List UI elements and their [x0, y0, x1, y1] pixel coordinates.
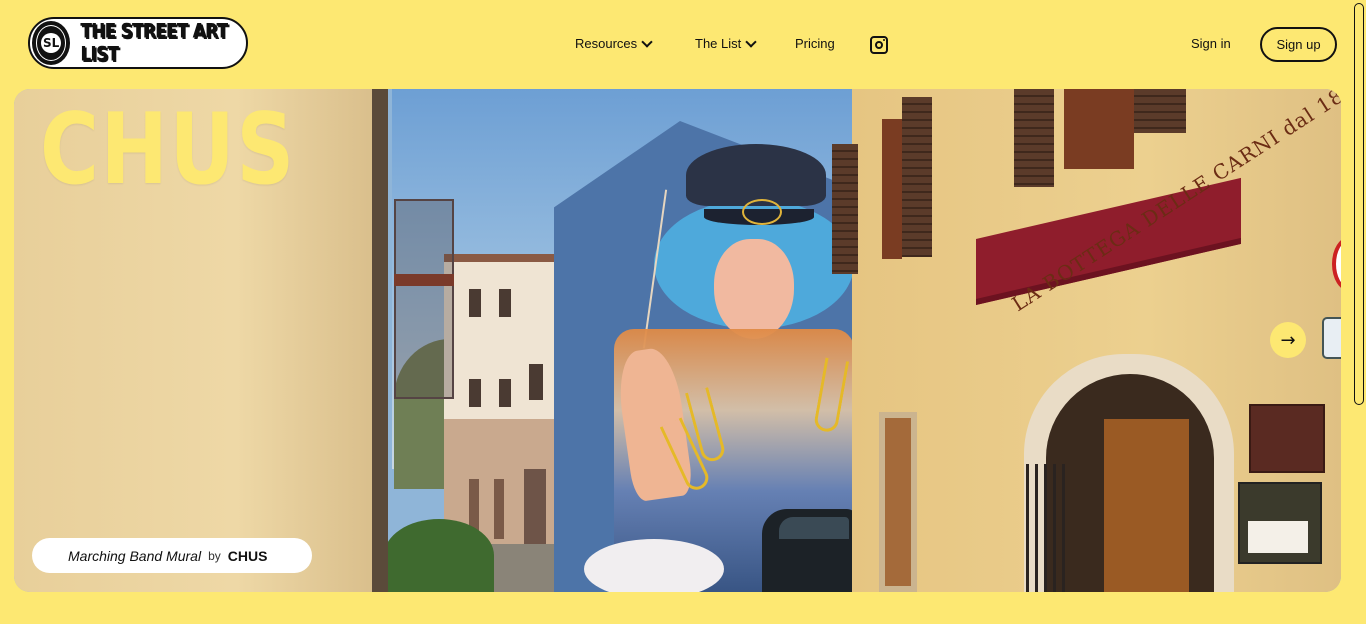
site-header: SL THE STREET ART LIST Resources The Lis…	[0, 0, 1366, 88]
logo-wordmark: THE STREET ART LIST	[80, 20, 228, 66]
caption-artist[interactable]: CHUS	[228, 548, 268, 564]
hero-artist-title: CHUS	[40, 93, 296, 207]
hero-banner: LA BOTTEGA DELLE CARNI dal 1890 CHUS Mar…	[14, 89, 1341, 592]
nav-resources[interactable]: Resources	[575, 35, 653, 51]
logo-badge-icon: SL	[32, 21, 71, 65]
sign-in-link[interactable]: Sign in	[1191, 36, 1231, 51]
nav-resources-label: Resources	[575, 36, 638, 51]
next-slide-button[interactable]: →	[1270, 322, 1306, 358]
nav-pricing[interactable]: Pricing	[795, 36, 835, 51]
nav-the-list-label: The List	[695, 36, 742, 51]
nav-pricing-label: Pricing	[795, 36, 835, 51]
instagram-icon[interactable]	[870, 36, 888, 54]
caption-by: by	[208, 548, 221, 563]
chevron-down-icon	[641, 35, 653, 48]
arrow-right-icon: →	[1280, 329, 1296, 351]
artwork-caption[interactable]: Marching Band Mural by CHUS	[32, 538, 312, 573]
scrollbar-thumb[interactable]	[1354, 3, 1364, 405]
chevron-down-icon	[745, 35, 757, 48]
artwork-title: Marching Band Mural	[68, 547, 202, 564]
nav-the-list[interactable]: The List	[695, 35, 757, 51]
site-logo[interactable]: SL THE STREET ART LIST	[28, 17, 248, 69]
sign-up-button[interactable]: Sign up	[1260, 27, 1337, 62]
